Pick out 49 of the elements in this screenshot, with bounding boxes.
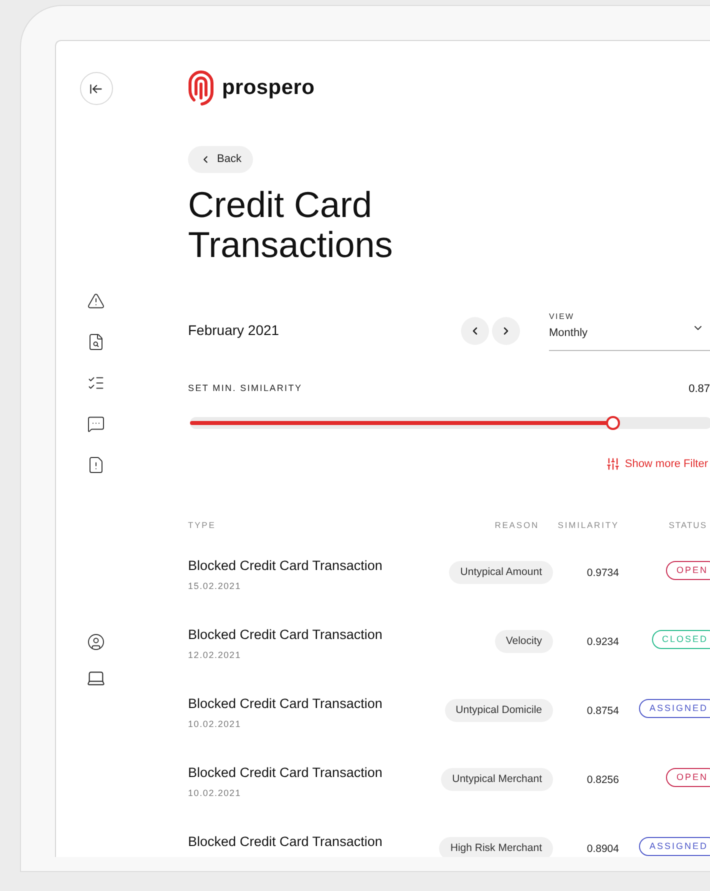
reason-tag: Untypical Merchant <box>441 768 553 792</box>
similarity-value: 0.8754 <box>586 704 619 720</box>
similarity-value: 0.8256 <box>586 773 619 788</box>
transaction-type: Blocked Credit Card Transaction <box>188 695 384 714</box>
document-warning-icon[interactable] <box>87 456 105 474</box>
document-search-icon[interactable] <box>87 333 105 351</box>
reason-tag: High Risk Merchant <box>439 837 553 857</box>
transaction-type: Blocked Credit Card Transaction <box>188 764 384 782</box>
similarity-value: 0.9734 <box>586 566 619 582</box>
transaction-date: 10.02.2021 <box>188 786 242 800</box>
list-check-icon[interactable] <box>87 374 105 392</box>
collapse-sidebar-button[interactable] <box>80 72 112 105</box>
fingerprint-logo-icon <box>188 70 214 106</box>
column-header: TYPE <box>188 518 217 532</box>
transaction-date: 10.02.2021 <box>188 718 242 730</box>
similarity-reading: 0.87 <box>688 382 710 396</box>
warning-icon[interactable] <box>87 292 105 310</box>
back-button[interactable]: Back <box>188 146 254 173</box>
similarity-value: 0.9234 <box>586 635 619 650</box>
transaction-date: 15.02.2021 <box>188 580 242 592</box>
filter-icon <box>606 457 620 472</box>
period-label: February 2021 <box>188 321 280 340</box>
show-more-filters-link[interactable]: Show more Filter <box>606 456 708 472</box>
status-badge: CLOSED <box>652 630 710 650</box>
page-title: Credit Card Transactions <box>188 185 394 265</box>
status-badge: ASSIGNED <box>639 837 710 856</box>
similarity-value: 0.8904 <box>586 842 619 857</box>
column-header: SIMILARITY <box>558 518 619 532</box>
similarity-slider-track[interactable] <box>190 417 710 429</box>
reason-tag: Untypical Amount <box>449 561 553 584</box>
status-badge: OPEN <box>666 561 710 580</box>
view-dropdown[interactable]: VIEW Monthly <box>549 311 710 350</box>
view-label: VIEW <box>549 311 576 323</box>
transaction-type: Blocked Credit Card Transaction <box>188 557 384 576</box>
transaction-type: Blocked Credit Card Transaction <box>188 833 384 852</box>
view-value: Monthly <box>549 326 589 341</box>
column-header: REASON <box>494 518 539 532</box>
similarity-label: SET MIN. SIMILARITY <box>188 382 302 395</box>
column-header: STATUS <box>668 518 707 532</box>
transaction-date: 12.02.2021 <box>188 648 242 662</box>
collapse-icon <box>89 82 103 96</box>
reason-tag: Untypical Domicile <box>444 699 553 722</box>
reason-tag: Velocity <box>494 630 553 654</box>
status-badge: ASSIGNED <box>639 699 710 718</box>
slider-thumb[interactable] <box>606 416 620 430</box>
status-badge: OPEN <box>666 768 710 788</box>
user-icon[interactable] <box>87 633 105 651</box>
brand-name: prospero <box>222 75 315 102</box>
transaction-type: Blocked Credit Card Transaction <box>188 626 384 644</box>
